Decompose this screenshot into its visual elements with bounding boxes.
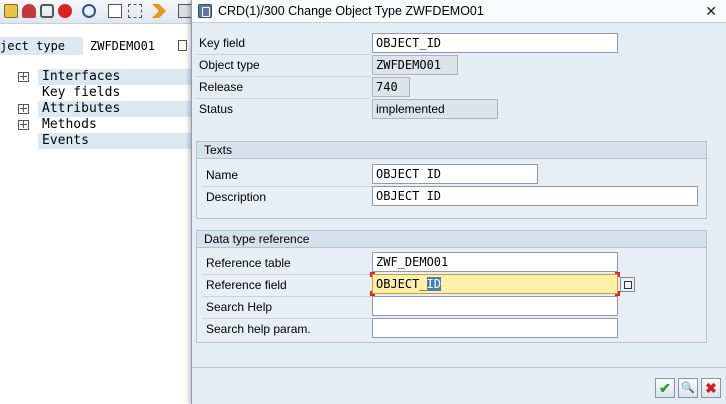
cancel-button[interactable]: ✖ — [701, 378, 721, 398]
continue-button[interactable]: ✔ — [655, 378, 675, 398]
status-field: implemented — [372, 99, 498, 119]
other-object-icon[interactable] — [22, 4, 36, 18]
expand-icon[interactable] — [18, 72, 29, 82]
value-help-icon[interactable] — [620, 277, 635, 292]
change-object-type-dialog: CRD(1)/300 Change Object Type ZWFDEMO01 … — [191, 0, 726, 404]
object-tree: Interfaces Key fields Attributes Methods… — [0, 69, 200, 149]
key-field-input[interactable]: OBJECT_ID — [372, 33, 618, 53]
search-help-param-input[interactable] — [372, 318, 618, 338]
new-document-icon[interactable] — [108, 4, 122, 18]
expand-icon[interactable] — [18, 120, 29, 130]
tree-node-events[interactable]: Events — [0, 133, 200, 149]
object-type-label: ject type — [0, 37, 83, 55]
reference-field-input[interactable]: OBJECT_ID — [372, 274, 618, 294]
close-icon[interactable]: ✕ — [705, 2, 717, 20]
delete-icon[interactable] — [58, 4, 72, 18]
tree-node-key-fields[interactable]: Key fields — [0, 85, 200, 101]
expand-icon[interactable] — [18, 104, 29, 114]
activate-icon[interactable] — [40, 4, 54, 18]
trash-icon[interactable] — [178, 4, 192, 18]
reference-table-input[interactable]: ZWF_DEMO01 — [372, 252, 618, 272]
tree-node-label: Attributes — [42, 101, 121, 116]
check-icon: ✔ — [659, 380, 671, 396]
tree-node-label: Methods — [42, 117, 97, 132]
search-help-label: Search Help — [206, 300, 273, 314]
tree-node-label: Events — [42, 133, 89, 148]
release-field: 740 — [372, 77, 410, 97]
where-used-icon[interactable] — [82, 4, 96, 18]
tree-node-label: Key fields — [42, 85, 121, 100]
check-button[interactable]: 🔍 — [678, 378, 698, 398]
texts-group-title: Texts — [204, 143, 233, 157]
search-help-input[interactable] — [372, 296, 618, 316]
object-type-value: ZWFDEMO01 — [90, 39, 156, 53]
search-help-param-label: Search help param. — [206, 322, 311, 336]
dialog-body: Key field OBJECT_ID Object type ZWFDEMO0… — [192, 23, 726, 404]
key-field-label: Key field — [199, 36, 246, 50]
application-toolbar — [0, 0, 200, 24]
cancel-icon: ✖ — [705, 380, 717, 396]
magnifier-check-icon: 🔍 — [681, 382, 695, 394]
sap-window-icon — [198, 4, 212, 18]
status-label: Status — [199, 102, 234, 116]
tree-node-interfaces[interactable]: Interfaces — [0, 69, 200, 85]
description-label: Description — [206, 190, 267, 204]
tree-node-attributes[interactable]: Attributes — [0, 101, 200, 117]
forward-icon[interactable] — [152, 4, 166, 18]
object-type-label: Object type — [199, 58, 260, 72]
data-type-reference-title: Data type reference — [204, 232, 310, 246]
reference-field-label: Reference field — [206, 278, 287, 292]
object-type-field: ZWFDEMO01 — [372, 55, 458, 75]
tree-node-methods[interactable]: Methods — [0, 117, 200, 133]
reference-field-text: OBJECT_ — [376, 277, 427, 291]
description-input[interactable]: OBJECT ID — [372, 186, 698, 206]
name-input[interactable]: OBJECT ID — [372, 164, 538, 184]
document-icon[interactable] — [178, 40, 187, 51]
dialog-title: CRD(1)/300 Change Object Type ZWFDEMO01 — [218, 4, 484, 18]
selected-text: ID — [426, 277, 442, 291]
reference-table-label: Reference table — [206, 256, 291, 270]
dialog-titlebar[interactable]: CRD(1)/300 Change Object Type ZWFDEMO01 … — [192, 0, 726, 23]
release-label: Release — [199, 80, 244, 94]
name-label: Name — [206, 168, 239, 182]
tree-node-label: Interfaces — [42, 69, 121, 84]
display-change-icon[interactable] — [4, 4, 18, 18]
hierarchy-icon[interactable] — [128, 4, 142, 18]
